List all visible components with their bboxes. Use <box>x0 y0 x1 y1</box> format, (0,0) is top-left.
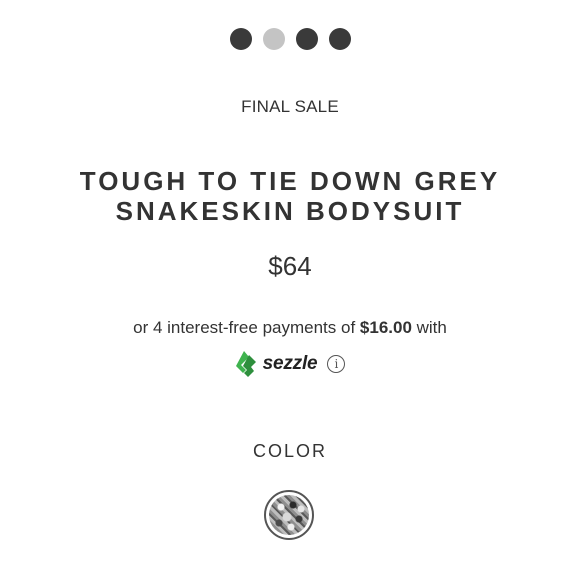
product-title-line-1: TOUGH TO TIE DOWN GREY <box>79 166 501 196</box>
sezzle-wordmark: sezzle <box>262 353 318 374</box>
installment-prefix: or 4 interest-free payments of <box>133 318 360 337</box>
installment-amount: $16.00 <box>359 318 412 337</box>
color-label: COLOR <box>252 441 327 461</box>
info-icon[interactable]: i <box>327 355 346 373</box>
product-title: TOUGH TO TIE DOWN GREY SNAKESKIN BODYSUI… <box>40 166 540 226</box>
carousel-dot-3[interactable] <box>295 28 318 50</box>
product-price: $64 <box>268 251 312 281</box>
final-sale-badge: FINAL SALE <box>241 97 339 116</box>
carousel-dot-4[interactable] <box>328 28 351 50</box>
installment-text: or 4 interest-free payments of $16.00 wi… <box>0 318 580 338</box>
color-swatch-selected[interactable] <box>264 490 314 540</box>
carousel-dots <box>0 28 580 50</box>
snakeskin-swatch <box>269 495 309 535</box>
sezzle-logo-icon <box>235 351 256 377</box>
carousel-dot-1[interactable] <box>229 28 252 50</box>
product-title-line-2: SNAKESKIN BODYSUIT <box>115 196 465 226</box>
carousel-dot-2[interactable] <box>262 28 285 50</box>
sezzle-row: sezzle i <box>0 350 580 378</box>
installment-suffix: with <box>411 318 447 337</box>
